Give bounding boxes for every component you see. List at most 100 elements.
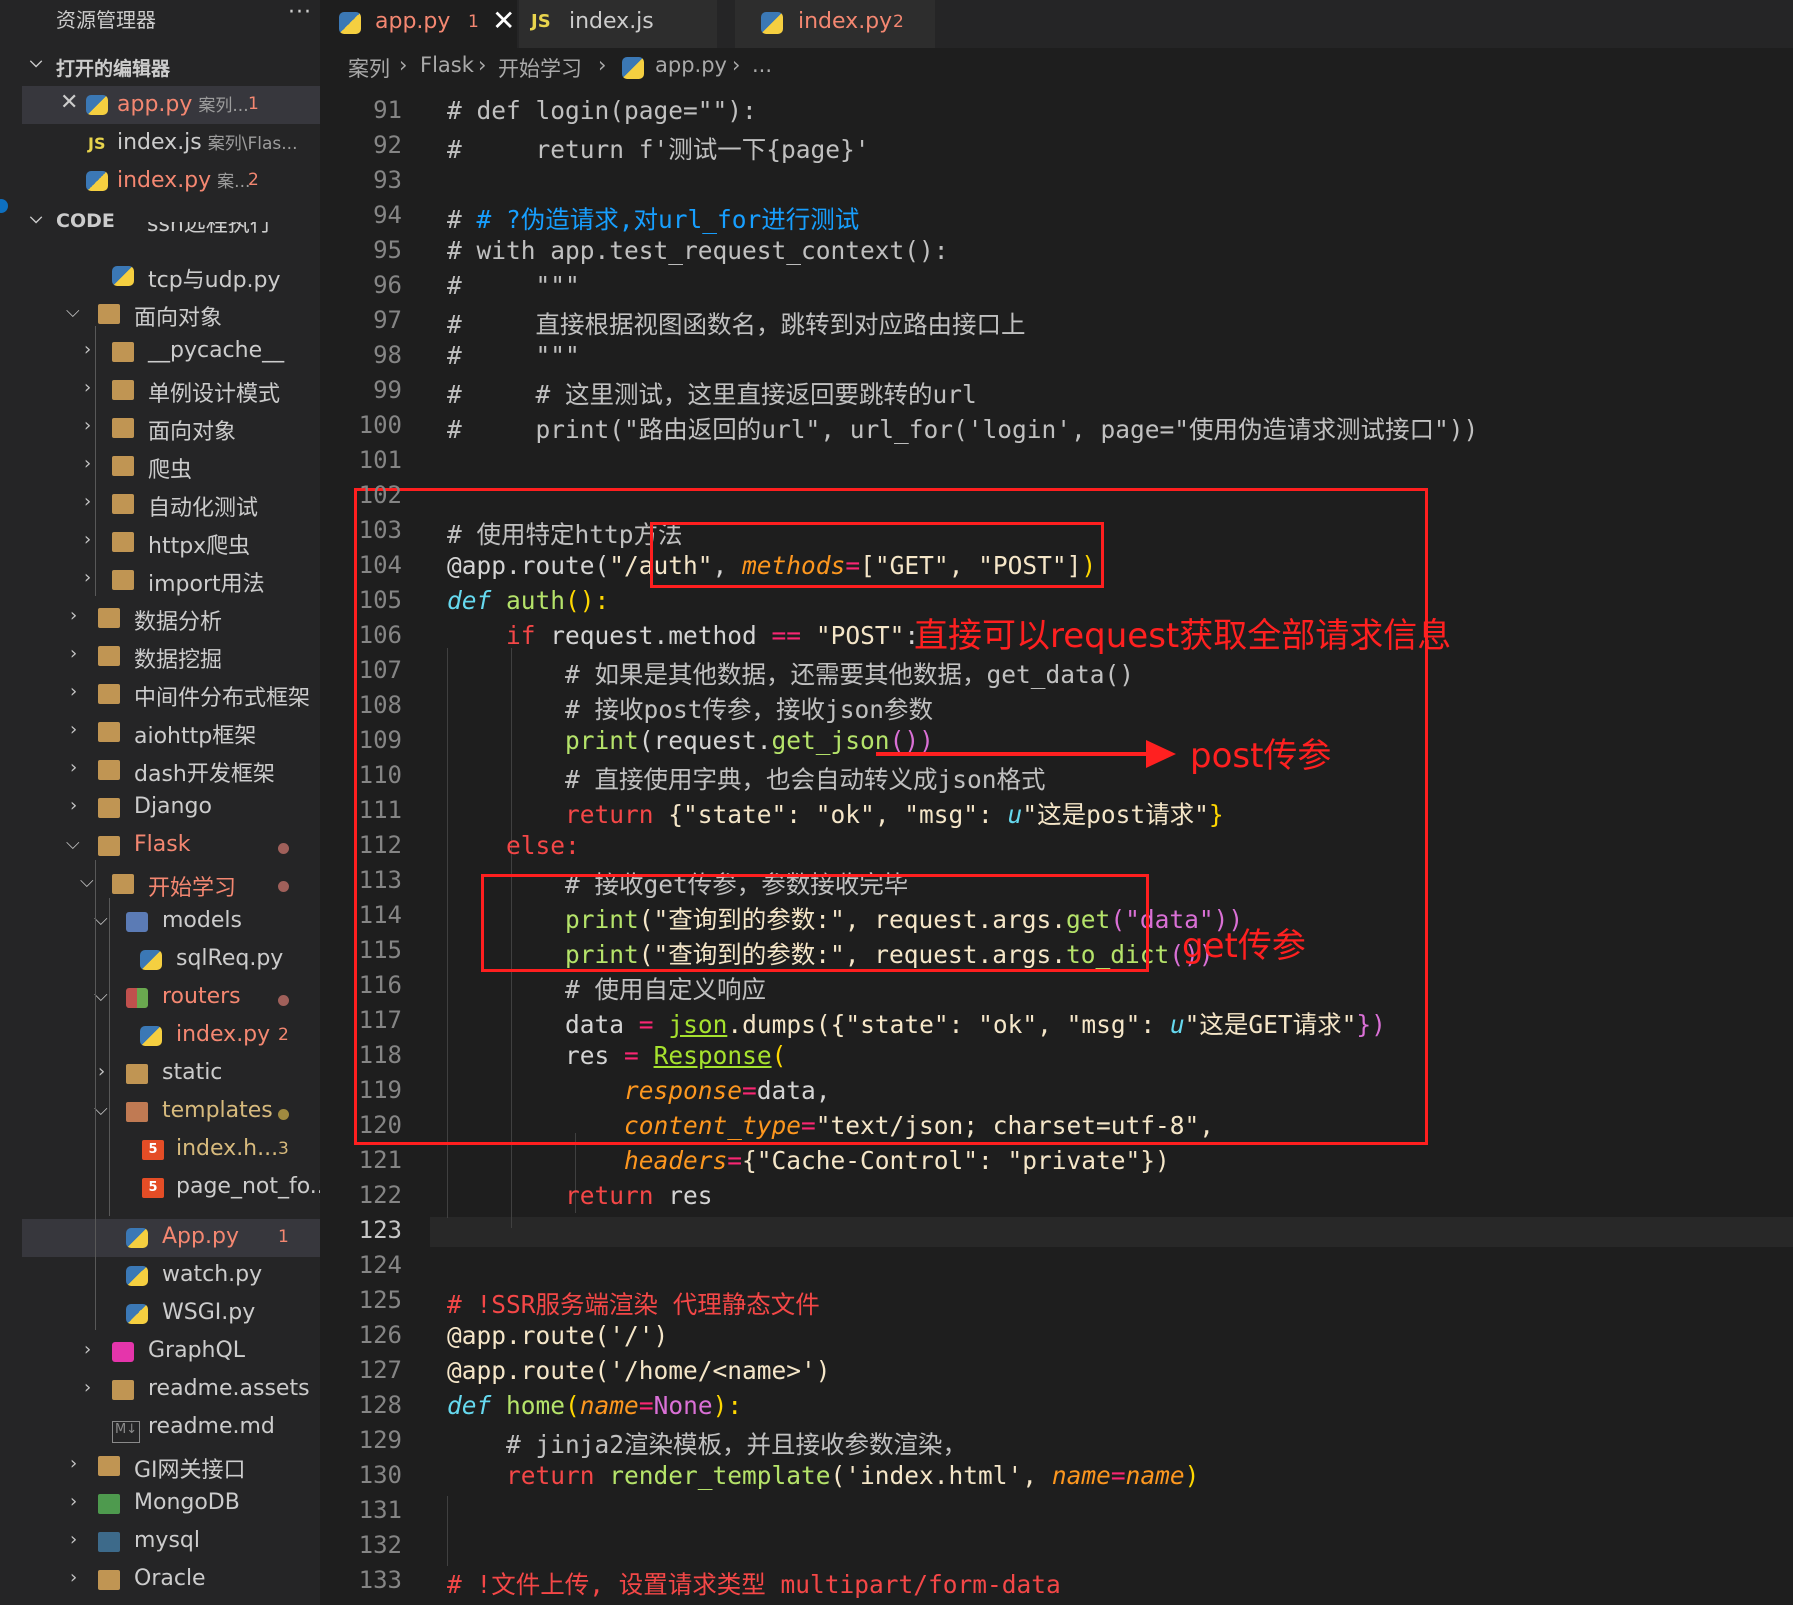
tree-folder-mongodb[interactable]: › MongoDB: [22, 1485, 320, 1523]
chevron-right-icon: ›: [70, 795, 78, 816]
tree-item-tcp[interactable]: tcp与udp.py: [22, 257, 320, 295]
tree-folder-readme-assets[interactable]: › readme.assets: [22, 1371, 320, 1409]
breadcrumb-item[interactable]: Flask: [420, 53, 474, 77]
activity-bar: [0, 0, 22, 1605]
breadcrumb: 案列 › Flask › 开始学习 › app.py › ...: [320, 48, 1793, 86]
tree-folder-crawler[interactable]: › 爬虫: [22, 447, 320, 485]
python-file-icon: [126, 1304, 148, 1324]
close-icon[interactable]: ✕: [492, 4, 515, 37]
close-icon[interactable]: ✕: [60, 90, 78, 115]
breadcrumb-item[interactable]: ...: [752, 53, 772, 77]
tree-folder-django[interactable]: › Django: [22, 789, 320, 827]
tree-folder-analysis[interactable]: › 数据分析: [22, 599, 320, 637]
code-line-92: # return f'测试一下{page}': [447, 131, 870, 166]
tree-folder-mining[interactable]: › 数据挖掘: [22, 637, 320, 675]
punct: ): [1184, 1461, 1200, 1490]
tree-folder-templates[interactable]: ⌵ templates: [22, 1093, 320, 1131]
tree-item-readme-md[interactable]: M↓ readme.md: [22, 1409, 320, 1447]
modified-dot: [278, 843, 289, 854]
chevron-right-icon: ›: [70, 719, 78, 740]
folder-open-icon: [112, 874, 134, 894]
breadcrumb-item[interactable]: app.py: [655, 53, 727, 77]
decorator: @app.route('/'): [447, 1321, 669, 1350]
chevron-right-icon: ›: [84, 1339, 92, 1360]
open-editors-header[interactable]: ⌵ 打开的编辑器: [22, 48, 320, 82]
python-file-icon: [140, 1026, 162, 1046]
tree-folder-dash[interactable]: › dash开发框架: [22, 751, 320, 789]
chevron-right-icon: ›: [70, 643, 78, 664]
tab-app-py[interactable]: app.py 1 ✕: [320, 0, 517, 48]
tree-folder-httpx[interactable]: › httpx爬虫: [22, 523, 320, 561]
more-actions-icon[interactable]: ···: [288, 0, 312, 25]
tree-folder-oop[interactable]: ⌵ 面向对象: [22, 295, 320, 333]
folder-icon: [98, 798, 120, 818]
breadcrumb-item[interactable]: 开始学习: [498, 53, 582, 83]
tree-folder-static[interactable]: › static: [22, 1055, 320, 1093]
tree-folder-aiohttp[interactable]: › aiohttp框架: [22, 713, 320, 751]
tree-item-label: static: [162, 1060, 223, 1085]
line-number: 94: [373, 201, 402, 229]
open-editor-index-js[interactable]: JS index.js 案列\Flas...: [22, 124, 320, 162]
tree-folder-mysql[interactable]: › mysql: [22, 1523, 320, 1561]
tree-folder-autotest[interactable]: › 自动化测试: [22, 485, 320, 523]
line-number: 131: [358, 1496, 402, 1524]
tree-item-watch[interactable]: watch.py: [22, 1257, 320, 1295]
comment: # """: [447, 341, 580, 370]
open-editor-app-py[interactable]: ✕ app.py 案列... 1: [22, 86, 320, 124]
folder-icon: [112, 342, 134, 362]
open-editor-index-py[interactable]: index.py 案... 2: [22, 162, 320, 200]
tree-item-wsgi[interactable]: WSGI.py: [22, 1295, 320, 1333]
line-number: 92: [373, 131, 402, 159]
tree-folder-routers[interactable]: ⌵ routers: [22, 979, 320, 1017]
tree-item-label: 开始学习: [148, 876, 237, 901]
tree-folder-graphql[interactable]: › GraphQL: [22, 1333, 320, 1371]
line-number: 103: [358, 516, 402, 544]
problem-count-badge: 1: [278, 1227, 289, 1247]
folder-icon: [98, 684, 120, 704]
comment: # return f'测试一下{page}': [447, 135, 870, 164]
tree-folder-import[interactable]: › import用法: [22, 561, 320, 599]
tree-item-app-py[interactable]: App.py 1: [22, 1219, 320, 1257]
breadcrumb-item[interactable]: 案列: [348, 53, 390, 83]
indent-guide: [95, 326, 96, 596]
tree-item-index-html[interactable]: 5 index.h... 3: [22, 1131, 320, 1169]
tree-item-page-not-found[interactable]: 5 page_not_fo...: [22, 1169, 320, 1207]
comment: # print("路由返回的url", url_for('login', pag…: [447, 415, 1479, 444]
param: name: [1125, 1461, 1185, 1490]
tree-folder-oop2[interactable]: › 面向对象: [22, 409, 320, 447]
indent-guide: [109, 898, 110, 1216]
line-number: 116: [358, 971, 402, 999]
activity-indicator: [0, 199, 8, 213]
tree-folder-pycache[interactable]: › __pycache__: [22, 333, 320, 371]
open-editor-path: 案...: [217, 172, 251, 192]
line-number: 133: [358, 1566, 402, 1594]
tab-label: index.py: [798, 9, 893, 34]
tree-folder-middleware[interactable]: › 中间件分布式框架: [22, 675, 320, 713]
arrow-right-icon: [1146, 740, 1176, 768]
comment: # 直接根据视图函数名，跳转到对应路由接口上: [447, 310, 1026, 339]
tab-index-js[interactable]: JS index.js: [519, 0, 717, 48]
code-line-127: @app.route('/home/<name>'): [447, 1356, 831, 1385]
tree-item-partial[interactable]: ssh远程执行: [22, 222, 320, 242]
indent-guide: [447, 1496, 448, 1566]
tree-item-index-py[interactable]: index.py 2: [22, 1017, 320, 1055]
code-line-100: # print("路由返回的url", url_for('login', pag…: [447, 411, 1478, 446]
decorator: @app.route('/home/<name>'): [447, 1356, 831, 1385]
folder-icon: [112, 456, 134, 476]
routers-folder-icon: [126, 988, 148, 1008]
tree-item-sqlreq[interactable]: sqlReq.py: [22, 941, 320, 979]
tree-folder-oracle[interactable]: › Oracle: [22, 1561, 320, 1599]
line-number: 96: [373, 271, 402, 299]
current-line-highlight: [430, 1217, 1793, 1247]
tab-index-py[interactable]: index.py 2: [735, 0, 935, 48]
tree-folder-gateway[interactable]: › GI网关接口: [22, 1447, 320, 1485]
tree-folder-flask[interactable]: ⌵ Flask: [22, 827, 320, 865]
tree-folder-singleton[interactable]: › 单例设计模式: [22, 371, 320, 409]
chevron-right-icon: ›: [84, 415, 92, 436]
mongodb-folder-icon: [98, 1494, 120, 1514]
chevron-right-icon: ›: [84, 529, 92, 550]
code-editor[interactable]: # def login(page=""): # return f'测试一下{pa…: [320, 86, 1793, 1605]
tree-folder-start[interactable]: ⌵ 开始学习: [22, 865, 320, 903]
tree-folder-models[interactable]: ⌵ models: [22, 903, 320, 941]
tree-item-label: dash开发框架: [134, 762, 275, 787]
